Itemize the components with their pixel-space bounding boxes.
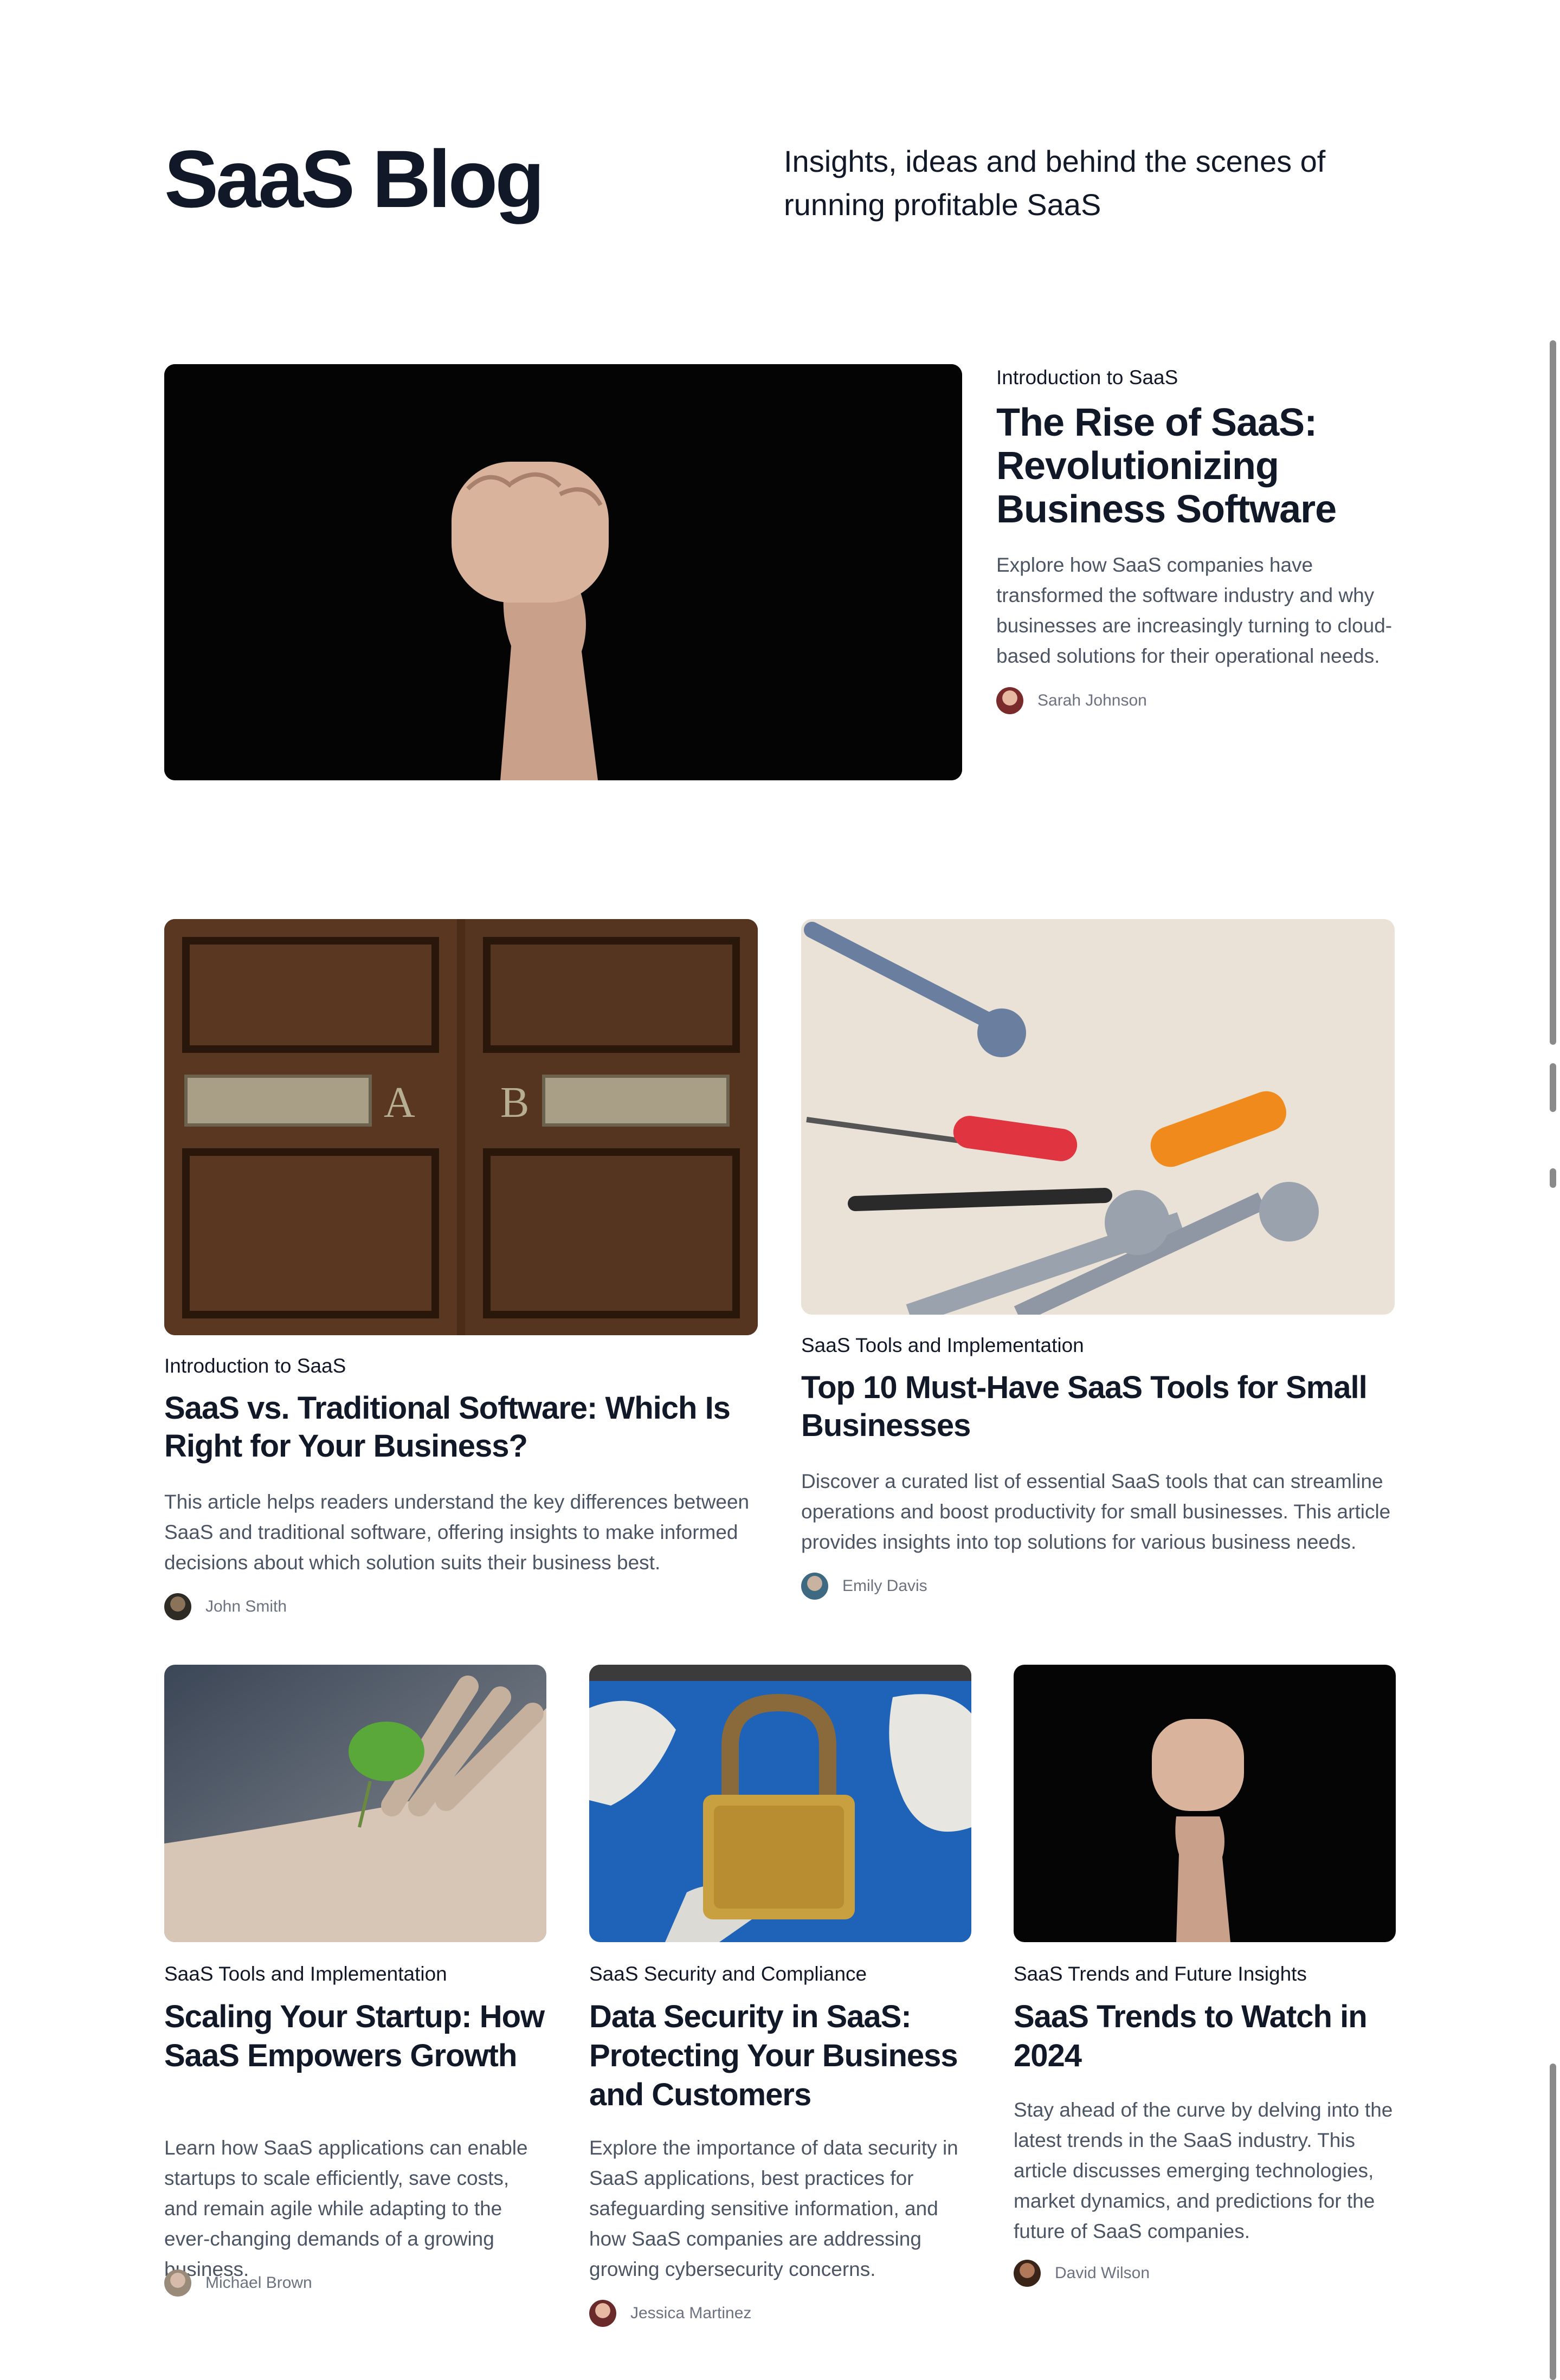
raised-fist-image <box>1014 1665 1396 1942</box>
post-image[interactable] <box>164 1665 546 1942</box>
post-image[interactable] <box>1014 1665 1396 1942</box>
post-excerpt: Explore the importance of data security … <box>589 2137 958 2280</box>
featured-post-author[interactable]: Sarah Johnson <box>996 687 1147 714</box>
post-excerpt: Stay ahead of the curve by delving into … <box>1014 2099 1393 2242</box>
svg-text:B: B <box>500 1079 529 1127</box>
author-name: Jessica Martinez <box>630 2304 752 2322</box>
author-name: Michael Brown <box>205 2274 312 2292</box>
blog-tagline: Insights, ideas and behind the scenes of… <box>784 144 1326 222</box>
featured-post-image[interactable] <box>164 364 962 780</box>
wooden-doors-image: A B <box>164 919 758 1335</box>
post-title[interactable]: Top 10 Must-Have SaaS Tools for Small Bu… <box>801 1369 1395 1445</box>
blog-title: SaaS Blog <box>164 133 545 224</box>
post-excerpt: This article helps readers understand th… <box>164 1491 750 1574</box>
author-name: David Wilson <box>1055 2264 1150 2282</box>
post-title[interactable]: SaaS Trends to Watch in 2024 <box>1014 1997 1396 2075</box>
svg-text:A: A <box>384 1079 415 1127</box>
post-author[interactable]: Emily Davis <box>801 1573 927 1600</box>
avatar <box>996 687 1023 714</box>
avatar <box>1014 2260 1041 2287</box>
post-title[interactable]: Data Security in SaaS: Protecting Your B… <box>589 1997 971 2114</box>
post-title[interactable]: Scaling Your Startup: How SaaS Empowers … <box>164 1997 546 2075</box>
post-title[interactable]: SaaS vs. Traditional Software: Which Is … <box>164 1389 758 1465</box>
avatar <box>164 1593 191 1620</box>
post-category[interactable]: SaaS Tools and Implementation <box>801 1334 1084 1357</box>
tools-image <box>801 919 1395 1315</box>
seedling-hand-image <box>164 1665 546 1942</box>
scrollbar-thumb[interactable] <box>1550 2064 1556 2380</box>
post-category[interactable]: Introduction to SaaS <box>164 1355 346 1377</box>
post-image[interactable] <box>589 1665 971 1942</box>
post-image[interactable]: A B <box>164 919 758 1335</box>
post-author[interactable]: Jessica Martinez <box>589 2300 751 2327</box>
post-excerpt: Discover a curated list of essential Saa… <box>801 1470 1391 1553</box>
avatar <box>589 2300 616 2327</box>
author-name: Emily Davis <box>842 1577 927 1595</box>
avatar <box>164 2269 191 2297</box>
scrollbar-thumb[interactable] <box>1550 1168 1556 1188</box>
featured-post-category[interactable]: Introduction to SaaS <box>996 366 1178 389</box>
author-name: Sarah Johnson <box>1037 691 1147 709</box>
featured-post-excerpt: Explore how SaaS companies have transfor… <box>996 554 1393 667</box>
featured-post-title[interactable]: The Rise of SaaS: Revolutionizing Busine… <box>996 401 1408 531</box>
post-category[interactable]: SaaS Tools and Implementation <box>164 1963 447 1986</box>
post-excerpt: Learn how SaaS applications can enable s… <box>164 2137 528 2280</box>
avatar <box>801 1573 828 1600</box>
scrollbar-thumb[interactable] <box>1550 956 1556 1037</box>
raised-fist-image <box>164 364 962 780</box>
scrollbar-thumb[interactable] <box>1550 1063 1556 1112</box>
author-name: John Smith <box>205 1598 287 1615</box>
post-image[interactable] <box>801 919 1395 1315</box>
scrollbar-thumb[interactable] <box>1550 340 1556 1045</box>
padlock-image <box>589 1665 971 1942</box>
post-author[interactable]: John Smith <box>164 1593 287 1620</box>
post-author[interactable]: Michael Brown <box>164 2269 312 2297</box>
post-category[interactable]: SaaS Security and Compliance <box>589 1963 867 1986</box>
post-category[interactable]: SaaS Trends and Future Insights <box>1014 1963 1307 1986</box>
post-author[interactable]: David Wilson <box>1014 2260 1150 2287</box>
